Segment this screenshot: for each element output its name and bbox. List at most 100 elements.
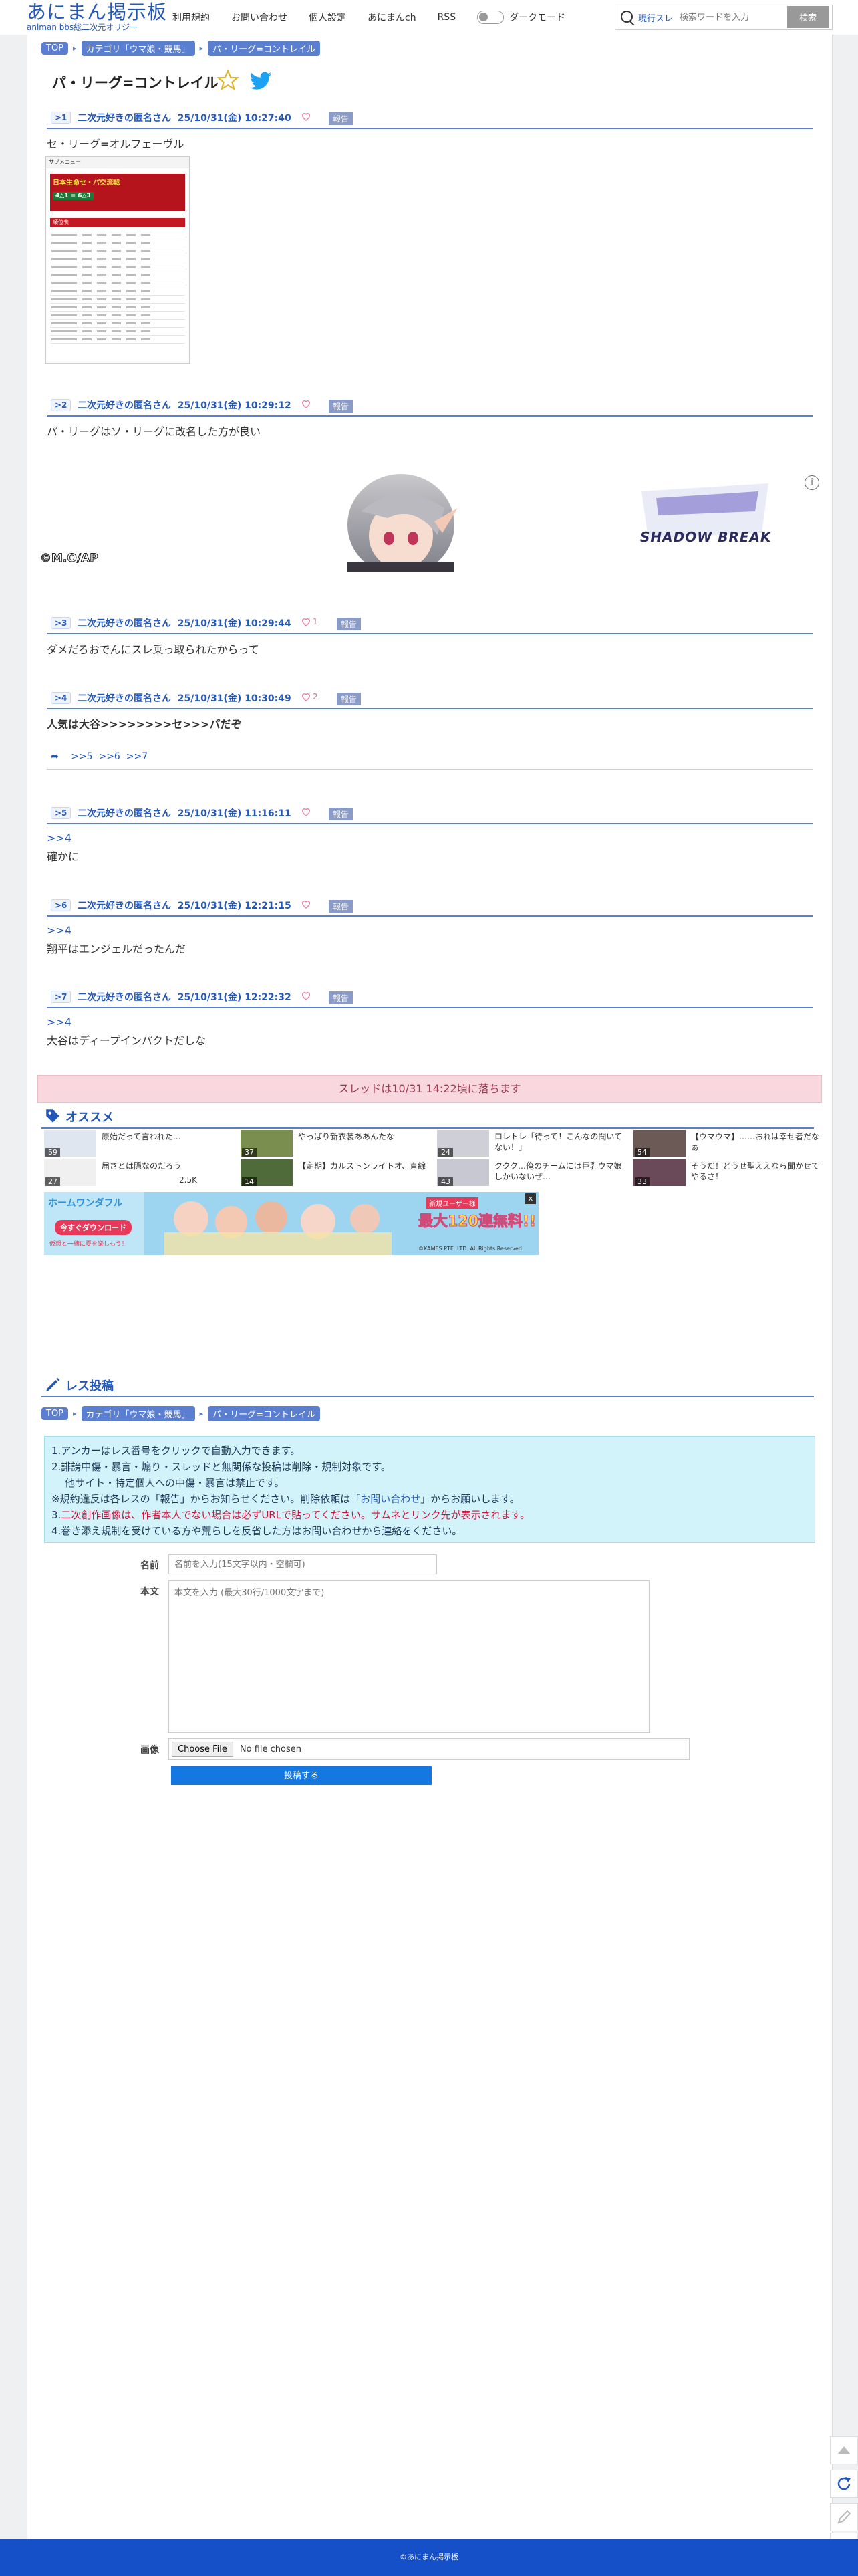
scroll-top-button[interactable] [830,2436,858,2464]
breadcrumb-top[interactable]: TOP [41,1407,69,1420]
nav-contact[interactable]: お問い合わせ [231,11,287,24]
recommend-item[interactable]: 43 ククク…俺のチームには巨乳ウマ娘しかいないぜ… [437,1159,625,1186]
report-button[interactable]: 報告 [329,400,353,413]
report-button[interactable]: 報告 [329,991,353,1004]
name-input[interactable] [168,1554,437,1574]
breadcrumb-thread[interactable]: パ・リーグ=コントレイル [208,1406,320,1421]
advertisement-banner-2[interactable]: ホームワンダフル 今すぐダウンロード 仮想と一緒に夏を楽しもう！ 新規ユーザー様… [44,1192,539,1255]
recommend-item[interactable]: 54 【ウマウマ】……おれは幸せ者だなぁ [633,1130,822,1157]
image-table-cell [112,234,121,236]
logo-main-text: あにまん掲示板 [27,1,168,23]
post-number[interactable]: >3 [51,617,72,629]
compose-button[interactable] [830,2503,858,2531]
image-table-cell [97,258,106,260]
search-button[interactable]: 検索 [787,6,829,28]
dark-mode-label: ダークモード [509,13,566,23]
twitter-share-icon[interactable] [250,72,271,90]
image-table-cell [112,266,121,268]
post-number[interactable]: >5 [51,807,72,819]
submit-post-button[interactable]: 投稿する [171,1766,432,1785]
post-number[interactable]: >6 [51,899,72,911]
like-heart-icon[interactable] [301,111,311,122]
image-table-cell [141,338,150,340]
like-heart-icon[interactable] [301,616,311,627]
recommend-item[interactable]: 24 ロレトレ「待って！こんなの聞いてない！」 [437,1130,625,1157]
recommend-item[interactable]: 37 やっぱり新衣装ああんたな [241,1130,429,1157]
ad2-download-button[interactable]: 今すぐダウンロード [55,1220,132,1235]
report-button[interactable]: 報告 [329,900,353,913]
post-number[interactable]: >7 [51,991,72,1003]
favorite-star-icon[interactable] [217,69,239,92]
image-table-cell [141,250,150,252]
like-heart-icon[interactable] [301,398,311,409]
image-table-cell [126,234,136,236]
body-textarea[interactable] [168,1580,650,1733]
breadcrumb-separator: ▸ [199,44,204,53]
like-heart-icon[interactable] [301,899,311,909]
image-table-cell [112,274,121,276]
search-input[interactable] [678,7,782,28]
reply-references: ➦ >>5 >>6 >>7 [47,751,813,770]
pencil-icon [46,1377,60,1391]
post-number[interactable]: >4 [51,692,72,704]
contact-link[interactable]: お問い合わせ [360,1493,420,1505]
reply-link[interactable]: >>6 [98,751,120,762]
report-button[interactable]: 報告 [337,693,362,705]
top-bar: あにまん掲示板 animan bbs総二次元オリジー 利用規約 お問い合わせ 個… [0,0,858,35]
report-button[interactable]: 報告 [337,618,362,630]
post-anchor-link[interactable]: >>4 [47,1016,72,1028]
nav-settings[interactable]: 個人設定 [309,11,346,24]
post-attached-image[interactable]: サブメニュー 日本生命セ・パ交流戦 4△1 = 6△3 順位表 [45,156,190,364]
image-table-cell [97,306,106,308]
breadcrumb-thread[interactable]: パ・リーグ=コントレイル [208,41,320,56]
nav-animanch[interactable]: あにまんch [368,11,416,24]
nav-terms[interactable]: 利用規約 [172,11,210,24]
advertisement-banner[interactable]: SHADOW BREAK [40,471,822,576]
post-anchor-link[interactable]: >>4 [47,832,72,844]
like-heart-icon[interactable] [301,990,311,1001]
image-table-cell [82,314,92,316]
post-date: 25/10/31(金) 10:29:44 [177,618,291,629]
image-section-title: 順位表 [50,218,185,227]
ad-info-icon[interactable]: i [805,475,819,490]
ad-close-icon[interactable]: x [525,1193,536,1204]
image-table-row [50,231,185,239]
report-button[interactable]: 報告 [329,112,353,125]
nav-rss[interactable]: RSS [438,12,456,23]
breadcrumb-category[interactable]: カテゴリ「ウマ娘・競馬」 [81,1406,195,1421]
site-logo[interactable]: あにまん掲示板 animan bbs総二次元オリジー [27,1,167,32]
rule-4: 4.巻き添え規制を受けている方や荒らしを反省した方はお問い合わせから連絡をくださ… [51,1525,462,1537]
reply-link[interactable]: >>7 [126,751,148,762]
image-table-cell [126,242,136,244]
recommend-item[interactable]: 33 そうだ！どうせ聖ええなら聞かせてやるさ！ [633,1159,822,1186]
post-body: ダメだろおでんにスレ乗っ取られたからって [47,643,259,656]
image-table-cell [141,298,150,300]
image-table-cell [97,242,106,244]
recommend-item[interactable]: 14 【定期】カルストンライトオ、直線 [241,1159,429,1186]
image-table-row [50,336,185,344]
reply-link[interactable]: >>5 [71,751,92,762]
image-table-cell [97,266,106,268]
recommend-item[interactable]: 27 届さとは隠なのだろう 2.5K [44,1159,233,1186]
image-table-cell [126,266,136,268]
recommend-heading-text: オススメ [65,1110,114,1125]
search-scope-select[interactable]: 現行スレ [638,11,673,24]
image-table-cell [51,338,77,340]
post-author: 二次元好きの匿名さん [78,618,171,629]
breadcrumb-category[interactable]: カテゴリ「ウマ娘・競馬」 [81,41,195,56]
image-table-cell [126,258,136,260]
recommend-item[interactable]: 59 原始だって言われた… [44,1130,233,1157]
like-heart-icon[interactable] [301,806,311,817]
image-table-cell [82,282,92,284]
reload-button[interactable] [830,2470,858,2498]
dark-mode-toggle[interactable] [477,11,505,24]
breadcrumb-top[interactable]: TOP [41,42,69,55]
report-button[interactable]: 報告 [329,808,353,820]
post-number[interactable]: >1 [51,112,72,124]
post-anchor-link[interactable]: >>4 [47,924,72,937]
rule-3-prefix: 3. [51,1509,61,1521]
choose-file-button[interactable]: Choose File [172,1741,233,1757]
like-heart-icon[interactable] [301,691,311,702]
recommend-reply-count: 37 [242,1148,257,1157]
post-number[interactable]: >2 [51,399,72,411]
